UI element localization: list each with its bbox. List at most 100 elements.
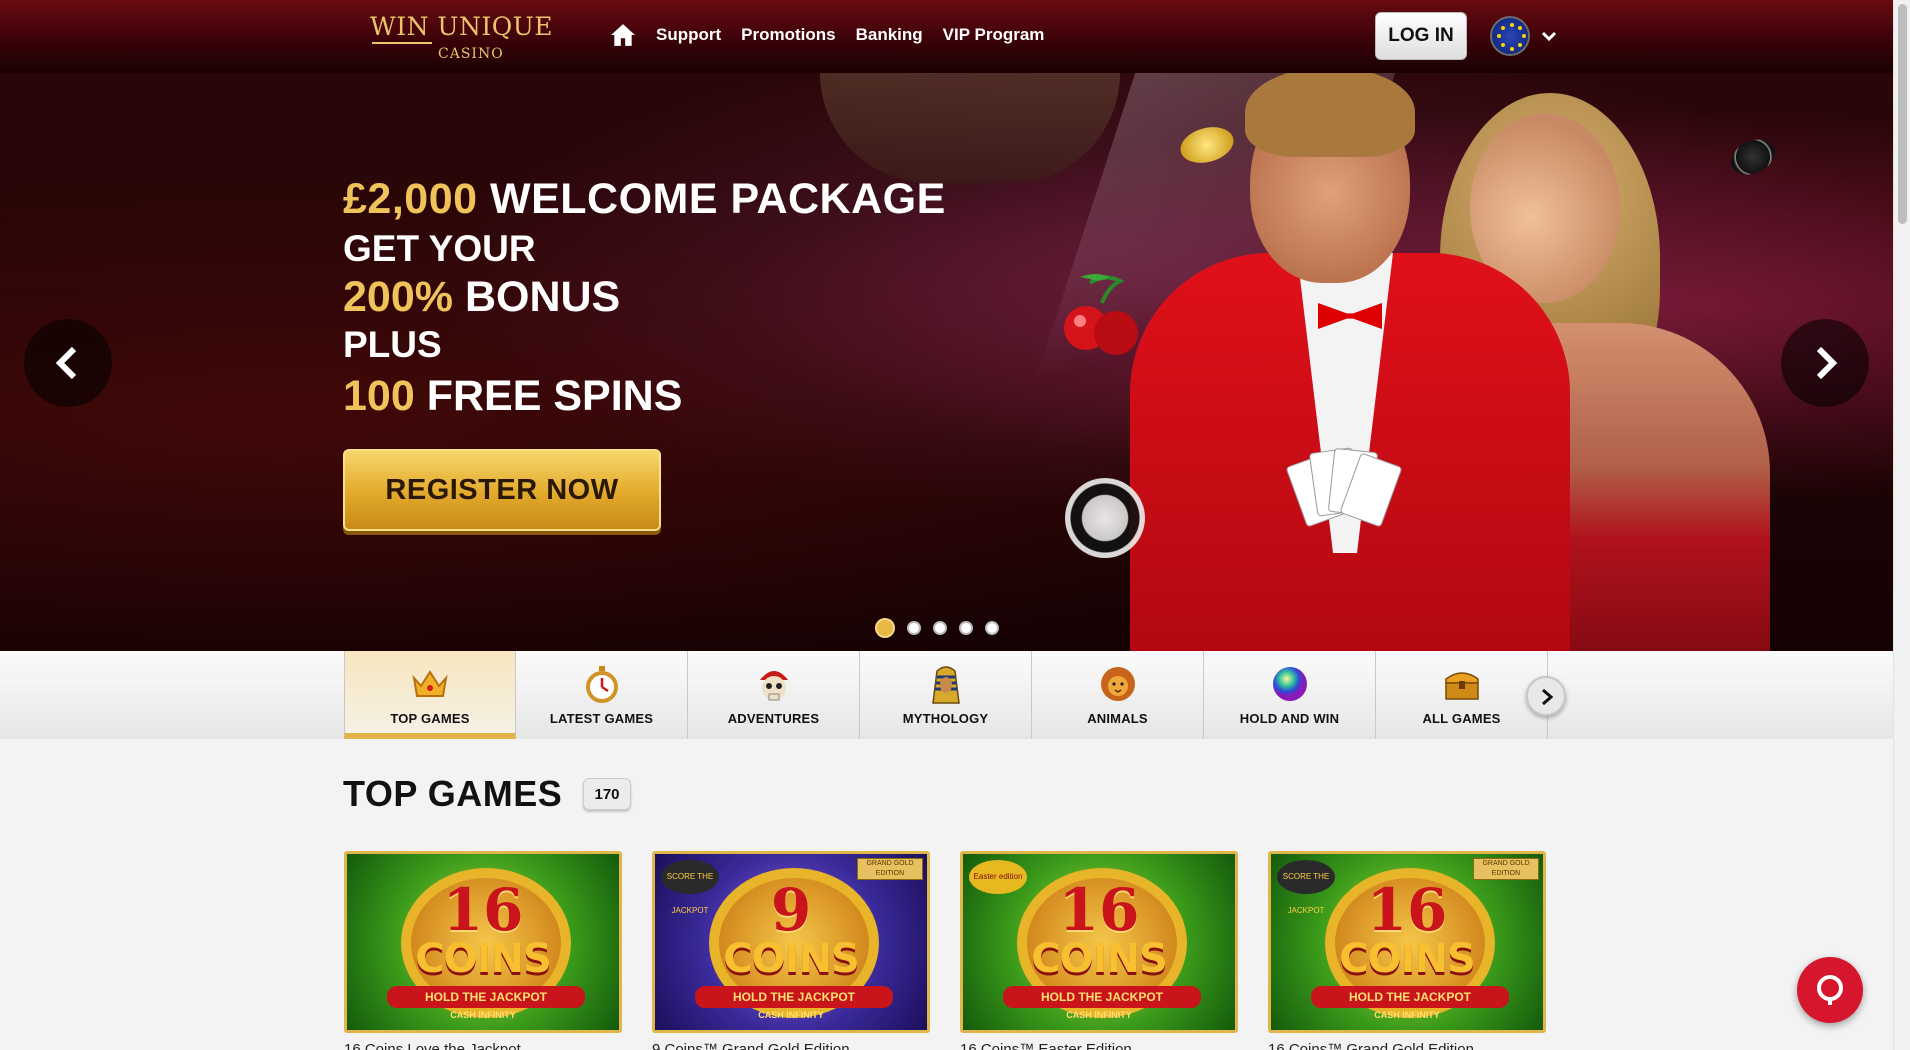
hero-line-1: £2,000 WELCOME PACKAGE: [343, 175, 946, 223]
logo-subtitle: CASINO: [438, 46, 504, 62]
game-tile[interactable]: 9 COINS HOLD THE JACKPOT CASH INFINITY G…: [652, 851, 930, 1050]
carousel-dot-2[interactable]: [907, 621, 921, 635]
hero-line-4: PLUS: [343, 324, 442, 365]
man-hair-art: [1245, 73, 1415, 157]
logo-wordmark: WIN UNIQUE: [370, 12, 554, 41]
game-title[interactable]: 9 Coins™ Grand Gold Edition: [652, 1041, 930, 1050]
carousel-dots: [875, 618, 999, 638]
game-tile[interactable]: 16 COINS HOLD THE JACKPOT CASH INFINITY …: [1268, 851, 1546, 1050]
live-chat-button[interactable]: [1797, 957, 1863, 1023]
nav-support[interactable]: Support: [656, 25, 721, 45]
game-thumbnail[interactable]: 16 COINS HOLD THE JACKPOT CASH INFINITY …: [960, 851, 1238, 1033]
games-count-badge: 170: [583, 778, 631, 810]
eu-flag-icon[interactable]: [1490, 16, 1530, 56]
game-art-banner: HOLD THE JACKPOT: [695, 986, 893, 1008]
edition-badge: GRAND GOLD EDITION: [857, 858, 923, 880]
home-icon[interactable]: [610, 22, 636, 48]
tab-label: ALL GAMES: [1422, 711, 1501, 726]
easter-badge: Easter edition: [969, 860, 1027, 894]
section-title: TOP GAMES: [343, 773, 563, 814]
site-logo[interactable]: WIN UNIQUE CASINO: [370, 12, 553, 64]
score-badge: SCORE THE JACKPOT: [661, 860, 719, 915]
tab-all-games[interactable]: ALL GAMES: [1376, 651, 1548, 739]
arrow-right-icon: [1816, 346, 1838, 380]
game-title[interactable]: 16 Coins™ Grand Gold Edition: [1268, 1041, 1546, 1050]
game-title[interactable]: 16 Coins Love the Jackpot: [344, 1041, 622, 1050]
game-art-sub: CASH INFINITY: [758, 1010, 824, 1020]
carousel-dot-4[interactable]: [959, 621, 973, 635]
hero-line-3: 200% BONUS: [343, 273, 621, 321]
scrollbar-thumb[interactable]: [1898, 4, 1907, 224]
playing-cards-art: [1285, 447, 1405, 538]
score-badge: SCORE THE JACKPOT: [1277, 860, 1335, 915]
carousel-dot-1[interactable]: [875, 618, 895, 638]
tab-label: MYTHOLOGY: [902, 711, 989, 726]
game-art-sub: CASH INFINITY: [450, 1010, 516, 1020]
game-art-word: COINS: [1339, 936, 1476, 982]
chevron-down-icon[interactable]: [1540, 27, 1558, 45]
carousel-next-button[interactable]: [1781, 319, 1869, 407]
tab-latest-games[interactable]: LATEST GAMES: [516, 651, 688, 739]
orb-icon: [1269, 663, 1311, 705]
main-nav: Support Promotions Banking VIP Program: [610, 0, 1044, 70]
carousel-dot-5[interactable]: [985, 621, 999, 635]
casino-chip-black-art: [1725, 132, 1781, 182]
tab-top-games[interactable]: TOP GAMES: [344, 651, 516, 739]
casino-chip-art: [1065, 478, 1145, 558]
game-tiles: 16 COINS HOLD THE JACKPOT CASH INFINITY …: [344, 851, 1546, 1050]
category-next-button[interactable]: [1526, 676, 1566, 716]
nav-banking[interactable]: Banking: [856, 25, 923, 45]
game-tile[interactable]: 16 COINS HOLD THE JACKPOT CASH INFINITY …: [960, 851, 1238, 1050]
tab-label: ADVENTURES: [727, 711, 820, 726]
cherry-icon: [1064, 274, 1138, 355]
tab-label: HOLD AND WIN: [1239, 711, 1340, 726]
pirate-skull-icon: [753, 663, 795, 705]
nav-vip-program[interactable]: VIP Program: [943, 25, 1045, 45]
stopwatch-icon: [581, 663, 623, 705]
tab-mythology[interactable]: MYTHOLOGY: [860, 651, 1032, 739]
carousel-dot-3[interactable]: [933, 621, 947, 635]
game-art-word: COINS: [723, 936, 860, 982]
game-thumbnail[interactable]: 16 COINS HOLD THE JACKPOT CASH INFINITY: [344, 851, 622, 1033]
game-art-sub: CASH INFINITY: [1374, 1010, 1440, 1020]
chat-bubble-icon: [1817, 975, 1843, 1005]
games-section: TOP GAMES 170 16 COINS HOLD THE JACKPOT …: [0, 739, 1893, 1050]
register-now-button[interactable]: REGISTER NOW: [343, 449, 661, 531]
game-title[interactable]: 16 Coins™ Easter Edition: [960, 1041, 1238, 1050]
game-art-banner: HOLD THE JACKPOT: [1003, 986, 1201, 1008]
game-art-number: 16: [442, 876, 524, 944]
hero-line-2: GET YOUR: [343, 228, 536, 269]
tab-label: TOP GAMES: [390, 711, 470, 726]
tab-animals[interactable]: ANIMALS: [1032, 651, 1204, 739]
game-art-banner: HOLD THE JACKPOT: [387, 986, 585, 1008]
arrow-left-icon: [55, 346, 77, 380]
tab-adventures[interactable]: ADVENTURES: [688, 651, 860, 739]
crown-icon: [409, 663, 451, 705]
page-scrollbar[interactable]: [1893, 0, 1910, 1050]
tab-label: LATEST GAMES: [549, 711, 654, 726]
tab-hold-and-win[interactable]: HOLD AND WIN: [1204, 651, 1376, 739]
game-thumbnail[interactable]: 16 COINS HOLD THE JACKPOT CASH INFINITY …: [1268, 851, 1546, 1033]
treasure-chest-icon: [1441, 663, 1483, 705]
chandelier-decoration: [820, 73, 1120, 183]
hero-headline: £2,000 WELCOME PACKAGE GET YOUR 200% BON…: [343, 171, 946, 425]
nav-promotions[interactable]: Promotions: [741, 25, 835, 45]
casino-page: WIN UNIQUE CASINO Support Promotions Ban…: [0, 0, 1893, 1050]
tab-label: ANIMALS: [1087, 711, 1148, 726]
chevron-right-icon: [1542, 688, 1554, 706]
hero-carousel: £2,000 WELCOME PACKAGE GET YOUR 200% BON…: [0, 73, 1893, 651]
top-header: WIN UNIQUE CASINO Support Promotions Ban…: [0, 0, 1893, 73]
edition-badge: GRAND GOLD EDITION: [1473, 858, 1539, 880]
hero-line-5: 100 FREE SPINS: [343, 372, 683, 420]
category-tabs: TOP GAMES LATEST GAMES ADVENTURES MYTHOL…: [344, 651, 1548, 739]
game-art-word: COINS: [1031, 936, 1168, 982]
category-bar: TOP GAMES LATEST GAMES ADVENTURES MYTHOL…: [0, 651, 1893, 739]
carousel-prev-button[interactable]: [24, 319, 112, 407]
game-thumbnail[interactable]: 9 COINS HOLD THE JACKPOT CASH INFINITY G…: [652, 851, 930, 1033]
game-tile[interactable]: 16 COINS HOLD THE JACKPOT CASH INFINITY …: [344, 851, 622, 1050]
game-art-word: COINS: [415, 936, 552, 982]
login-button[interactable]: LOG IN: [1375, 12, 1467, 60]
game-art-banner: HOLD THE JACKPOT: [1311, 986, 1509, 1008]
game-art-sub: CASH INFINITY: [1066, 1010, 1132, 1020]
logo-underline: [372, 42, 432, 44]
